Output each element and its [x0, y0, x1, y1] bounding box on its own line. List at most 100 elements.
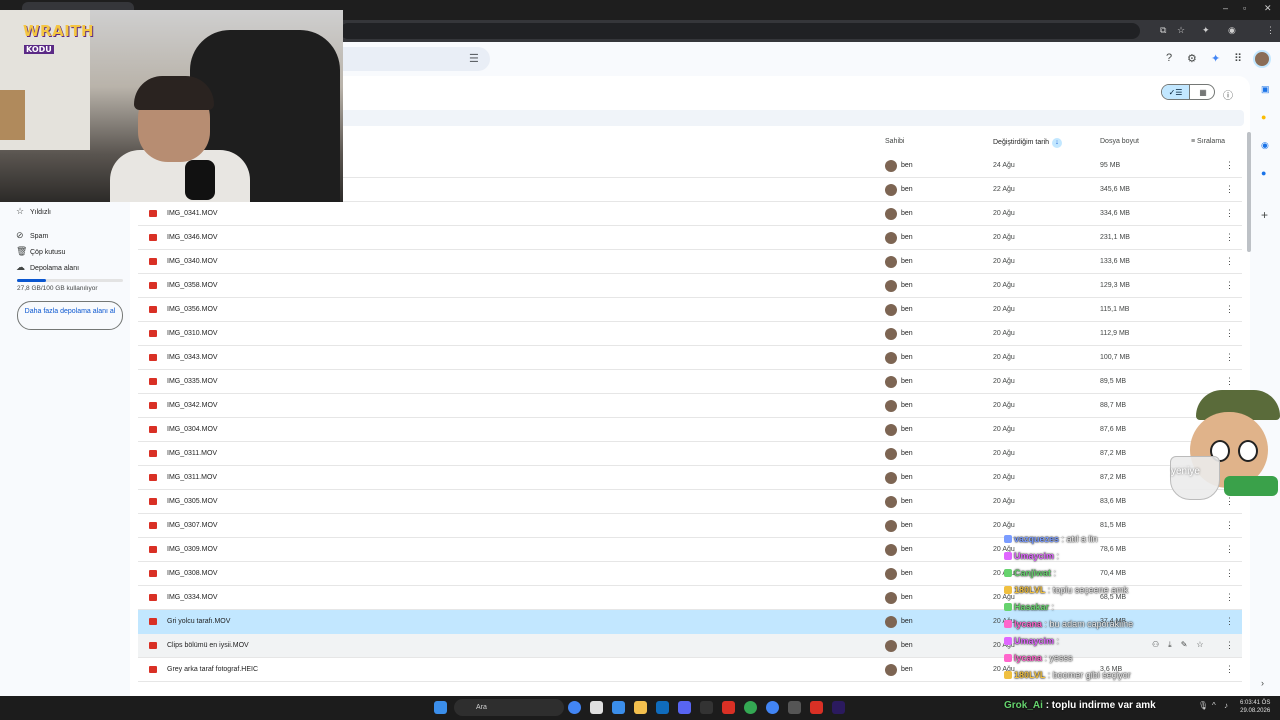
profile-icon[interactable]: ◉ — [1228, 25, 1236, 36]
more-actions-icon[interactable]: ⋮ — [1225, 544, 1234, 555]
account-avatar[interactable] — [1253, 50, 1271, 68]
list-view-icon[interactable]: ✓☰ — [1162, 85, 1189, 99]
more-actions-icon[interactable]: ⋮ — [1225, 280, 1234, 291]
file-name[interactable]: IMG_0310.MOV — [167, 330, 218, 337]
file-row[interactable]: IMG_0304.MOVben20 Ağu87,6 MB⋮ — [138, 418, 1242, 442]
sidebar-item-storage[interactable]: ☁ Depolama alanı — [16, 260, 79, 274]
start-menu-icon[interactable] — [434, 701, 447, 714]
file-row[interactable]: Clips bölümü en iysii.MOV ben 20 Ağu ⚇ ⤓ ✎ ☆ ⋮ — [138, 634, 1242, 658]
file-name[interactable]: IMG_0309.MOV — [167, 546, 218, 553]
download-icon[interactable]: ⤓ — [1168, 640, 1172, 649]
file-row[interactable]: IMG_0305.MOV ben 20 Ağu 83,6 MB ⋮ — [138, 490, 1242, 514]
mic-tray-icon[interactable]: 🎙 — [1198, 701, 1208, 710]
discord-icon[interactable] — [678, 701, 691, 714]
file-row[interactable]: IMG_0342.MOVben20 Ağu88,7 MB⋮ — [138, 394, 1242, 418]
file-name[interactable]: IMG_0308.MOV — [167, 570, 218, 577]
more-actions-icon[interactable]: ⋮ — [1225, 208, 1234, 219]
more-actions-icon[interactable]: ⋮ — [1225, 304, 1234, 315]
file-name[interactable]: Clips bölümü en iysii.MOV — [167, 642, 249, 649]
more-actions-icon[interactable]: ⋮ — [1225, 256, 1234, 267]
apps-grid-icon[interactable]: ⠿ — [1234, 52, 1242, 65]
get-more-storage-button[interactable]: Daha fazla depolama alanı al — [17, 301, 123, 330]
app-icon-red-2[interactable] — [810, 701, 823, 714]
column-modified[interactable]: Değiştirdiğim tarih ↓ — [993, 138, 1063, 148]
extensions-icon[interactable]: ✦ — [1202, 25, 1210, 36]
more-actions-icon[interactable]: ⋮ — [1225, 376, 1234, 387]
address-bar[interactable] — [340, 23, 1140, 39]
more-actions-icon[interactable]: ⋮ — [1225, 184, 1234, 195]
notepad-icon[interactable] — [590, 701, 603, 714]
rename-icon[interactable]: ✎ — [1181, 640, 1188, 649]
steam-icon[interactable] — [700, 701, 713, 714]
file-row[interactable]: IMG_0335.MOV ben 20 Ağu 89,5 MB ⋮ — [138, 370, 1242, 394]
keep-icon[interactable]: ● — [1261, 112, 1266, 122]
file-row[interactable]: IMG_0310.MOV ben 20 Ağu 112,9 MB ⋮ — [138, 322, 1242, 346]
app-icon[interactable] — [612, 701, 625, 714]
help-icon[interactable]: ? — [1166, 52, 1172, 64]
file-row[interactable]: IMG_0311.MOVben20 Ağu87,2 MB⋮ — [138, 466, 1242, 490]
column-owner[interactable]: Sahibi — [885, 138, 904, 145]
file-name[interactable]: IMG_0307.MOV — [167, 522, 218, 529]
file-name[interactable]: IMG_0340.MOV — [167, 258, 218, 265]
file-name[interactable]: IMG_0311.MOV — [167, 474, 217, 481]
file-list-scrollbar[interactable] — [1247, 132, 1251, 252]
file-row[interactable]: IMG_0343.MOV ben 20 Ağu 100,7 MB ⋮ — [138, 346, 1242, 370]
volume-icon[interactable]: ♪ — [1224, 701, 1228, 710]
sort-descending-icon[interactable]: ↓ — [1052, 138, 1063, 148]
file-row[interactable]: IMG_0341.MOV ben 20 Ağu 334,6 MB ⋮ — [138, 202, 1242, 226]
file-name[interactable]: Gri yolcu tarafı.MOV — [167, 618, 230, 625]
more-actions-icon[interactable]: ⋮ — [1225, 568, 1234, 579]
file-explorer-icon[interactable] — [634, 701, 647, 714]
gemini-icon[interactable]: ✦ — [1211, 52, 1220, 65]
more-actions-icon[interactable]: ⋮ — [1225, 520, 1234, 531]
taskbar-clock[interactable]: 6:03:41 ÖS 29.08.2026 — [1240, 699, 1270, 715]
search-options-icon[interactable]: ☰ — [469, 52, 479, 65]
file-name[interactable]: IMG_0346.MOV — [167, 234, 218, 241]
edge-icon[interactable] — [656, 701, 669, 714]
calendar-icon[interactable]: ▣ — [1261, 84, 1270, 95]
app-icon-red[interactable] — [722, 701, 735, 714]
file-row[interactable]: IMG_0346.MOV ben 20 Ağu 231,1 MB ⋮ — [138, 226, 1242, 250]
settings-gear-icon[interactable]: ⚙ — [1187, 52, 1197, 65]
details-info-icon[interactable]: ⓘ — [1223, 87, 1233, 102]
close-window-icon[interactable]: ✕ — [1264, 3, 1272, 14]
file-name[interactable]: IMG_0311.MOV — [167, 450, 217, 457]
add-addon-icon[interactable]: + — [1261, 208, 1268, 222]
file-name[interactable]: Grey arka taraf fotograf.HEIC — [167, 666, 258, 673]
file-row[interactable]: IMG_0311.MOVben20 Ağu87,2 MB⋮ — [138, 442, 1242, 466]
app-icon-grey[interactable] — [788, 701, 801, 714]
drive-search-box[interactable] — [340, 47, 490, 71]
premiere-icon[interactable] — [832, 701, 845, 714]
maximize-icon[interactable]: ▫ — [1243, 3, 1246, 13]
tray-expand-icon[interactable]: ^ — [1212, 701, 1216, 710]
more-actions-icon[interactable]: ⋮ — [1225, 160, 1234, 171]
collapse-panel-icon[interactable]: › — [1261, 678, 1264, 688]
taskbar-search[interactable]: Ara — [454, 699, 564, 716]
file-row[interactable]: IMG_0340.MOV ben 20 Ağu 133,6 MB ⋮ — [138, 250, 1242, 274]
chrome-profile-icon[interactable] — [766, 701, 779, 714]
file-name[interactable]: IMG_0358.MOV — [167, 282, 218, 289]
sort-options[interactable]: ≡ Sıralama — [1191, 138, 1225, 145]
share-icon[interactable]: ⚇ — [1152, 640, 1159, 649]
more-actions-icon[interactable]: ⋮ — [1225, 352, 1234, 363]
star-icon[interactable]: ☆ — [1196, 640, 1203, 649]
contacts-icon[interactable]: ● — [1261, 168, 1266, 178]
file-name[interactable]: IMG_0356.MOV — [167, 306, 218, 313]
file-name[interactable]: IMG_0341.MOV — [167, 210, 218, 217]
file-name[interactable]: IMG_0305.MOV — [167, 498, 218, 505]
grid-view-icon[interactable]: ▦ — [1189, 85, 1214, 99]
more-actions-icon[interactable]: ⋮ — [1225, 664, 1234, 675]
more-actions-icon[interactable]: ⋮ — [1225, 640, 1234, 651]
sidebar-item-starred[interactable]: ☆ Yıldızlı — [16, 204, 51, 218]
chrome-icon[interactable] — [568, 701, 581, 714]
more-actions-icon[interactable]: ⋮ — [1225, 592, 1234, 603]
more-actions-icon[interactable]: ⋮ — [1225, 616, 1234, 627]
sidebar-item-spam[interactable]: ⊘ Spam — [16, 228, 48, 242]
install-app-icon[interactable]: ⧉ — [1160, 25, 1166, 36]
file-name[interactable]: IMG_0342.MOV — [167, 402, 218, 409]
column-size[interactable]: Dosya boyut — [1100, 138, 1139, 145]
file-name[interactable]: IMG_0304.MOV — [167, 426, 218, 433]
file-row[interactable]: IMG_0358.MOV ben 20 Ağu 129,3 MB ⋮ — [138, 274, 1242, 298]
app-icon-green[interactable] — [744, 701, 757, 714]
file-name[interactable]: IMG_0343.MOV — [167, 354, 218, 361]
